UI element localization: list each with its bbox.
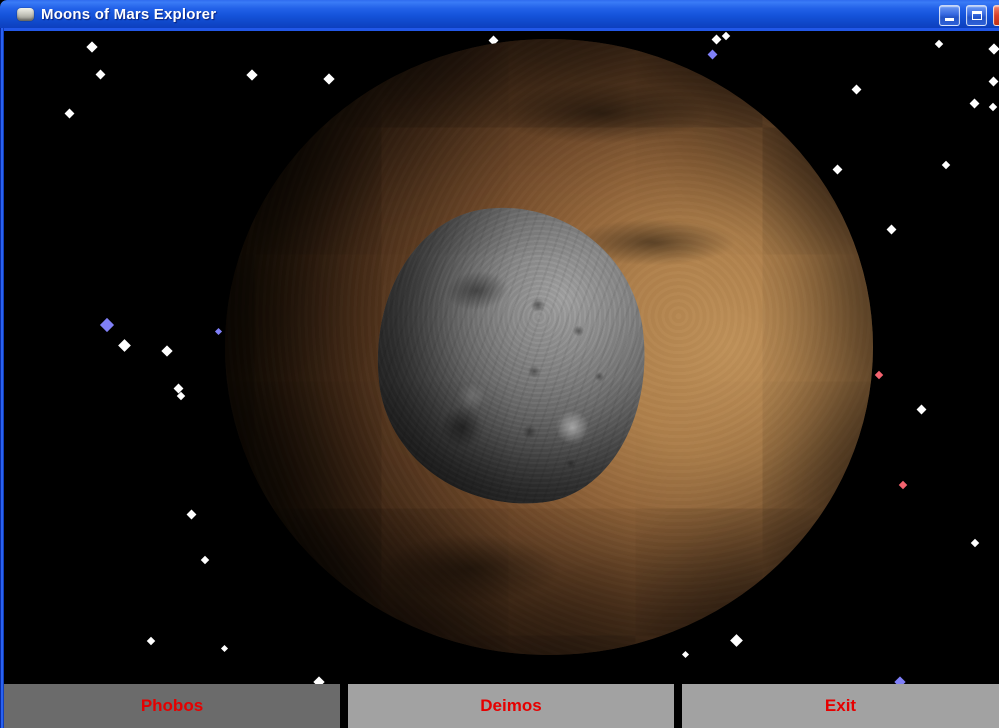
star [989, 103, 997, 111]
star [971, 539, 979, 547]
star [221, 645, 228, 652]
deimos-button[interactable]: Deimos [348, 684, 674, 728]
close-button[interactable]: ✕ [993, 5, 999, 26]
star [935, 40, 943, 48]
star [246, 69, 257, 80]
star [730, 634, 743, 647]
star [147, 637, 155, 645]
star [970, 99, 980, 109]
maximize-button[interactable] [966, 5, 987, 26]
star [215, 328, 222, 335]
minimize-button[interactable] [939, 5, 960, 26]
star [988, 43, 999, 54]
window-border-left [0, 28, 4, 728]
star [942, 161, 950, 169]
star [708, 50, 718, 60]
phobos-button[interactable]: Phobos [4, 684, 340, 728]
space-scene: Phobos Deimos Exit [0, 31, 999, 728]
titlebar[interactable]: Moons of Mars Explorer ✕ [0, 0, 999, 31]
star [875, 371, 883, 379]
star [323, 73, 334, 84]
star [201, 556, 209, 564]
star [712, 35, 722, 45]
star [852, 85, 862, 95]
star [187, 510, 197, 520]
star [161, 345, 172, 356]
window-controls: ✕ [939, 5, 999, 26]
star [100, 318, 114, 332]
star [899, 481, 907, 489]
star [65, 109, 75, 119]
star [989, 77, 999, 87]
star [86, 41, 97, 52]
star [833, 165, 843, 175]
star [722, 32, 730, 40]
star [917, 405, 927, 415]
exit-button[interactable]: Exit [682, 684, 999, 728]
maximize-icon [972, 11, 982, 20]
app-icon [17, 8, 34, 21]
star [887, 225, 897, 235]
star [96, 70, 106, 80]
button-bar: Phobos Deimos Exit [0, 684, 999, 728]
star [118, 339, 131, 352]
app-window: Phobos Deimos Exit Moons of Mars Explore… [0, 0, 999, 728]
star [177, 392, 185, 400]
window-title: Moons of Mars Explorer [41, 6, 216, 23]
minimize-icon [945, 18, 954, 21]
star [682, 651, 689, 658]
